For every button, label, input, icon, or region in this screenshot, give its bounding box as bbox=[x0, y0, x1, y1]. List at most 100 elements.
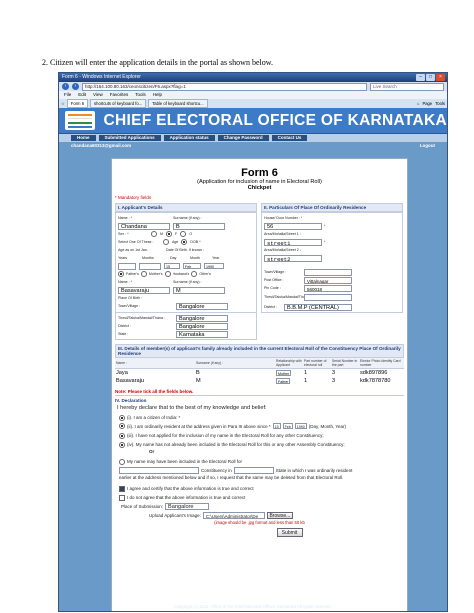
nav-contact[interactable]: Contact Us bbox=[271, 135, 308, 141]
family-relation-select[interactable]: Father bbox=[276, 377, 291, 384]
resident-year-select[interactable]: 1990 bbox=[294, 423, 307, 429]
not-applied-radio[interactable] bbox=[119, 432, 125, 439]
site-banner: CHIEF ELECTORAL OFFICE OF KARNATAKA bbox=[59, 108, 447, 134]
submit-button[interactable]: Submit bbox=[276, 528, 303, 537]
resident-radio[interactable] bbox=[119, 423, 125, 429]
place-input[interactable]: Bangalore bbox=[165, 503, 210, 510]
citizen-text: (i). I am a citizen of India: * bbox=[127, 415, 181, 420]
family-part[interactable]: 1 bbox=[303, 369, 331, 378]
tab-form6[interactable]: Form 6 bbox=[66, 99, 89, 108]
menu-file[interactable]: File bbox=[64, 91, 71, 99]
age-radio[interactable] bbox=[163, 239, 169, 245]
dob-year-select[interactable]: 1990 bbox=[204, 263, 224, 269]
tab-shortcuts[interactable]: shortcuts of keyboard fo... bbox=[90, 99, 147, 108]
may-be-included-radio[interactable] bbox=[119, 458, 125, 465]
search-input[interactable]: Live Search bbox=[370, 82, 444, 91]
menu-favorites[interactable]: Favorites bbox=[110, 91, 129, 99]
nav-submitted[interactable]: Submitted Applications bbox=[98, 135, 161, 141]
citizen-radio[interactable] bbox=[119, 414, 125, 421]
area2-label: Area/Mohalla/Street 2 : bbox=[264, 248, 301, 252]
family-name[interactable]: Jaya bbox=[115, 369, 195, 378]
birth-state-input[interactable]: Karnataka bbox=[176, 330, 228, 338]
birth-taluk-input[interactable]: Bangalore bbox=[176, 314, 228, 322]
pin-code-input[interactable]: 560018 bbox=[304, 284, 352, 292]
family-relation-select[interactable]: Mother bbox=[276, 369, 292, 376]
name-input[interactable]: Chandana bbox=[118, 222, 170, 230]
nav-status[interactable]: Application status bbox=[163, 135, 215, 141]
months-input[interactable] bbox=[139, 262, 161, 270]
back-icon[interactable]: ‹ bbox=[62, 83, 69, 90]
family-surname[interactable]: M bbox=[195, 377, 275, 385]
home-icon[interactable]: ⌂ bbox=[417, 101, 420, 106]
tab-table-shortcuts[interactable]: Table of keyboard shortcu... bbox=[148, 99, 208, 108]
family-part[interactable]: 1 bbox=[303, 377, 331, 385]
area1-input[interactable]: street1 bbox=[264, 238, 322, 246]
table-row: Basavaraju M Father 1 3 kdk7878780 bbox=[115, 377, 404, 385]
family-serial[interactable]: 3 bbox=[331, 377, 359, 385]
maximize-button[interactable]: □ bbox=[426, 74, 435, 81]
tick-note: Note: Please tick all the fields below. bbox=[115, 389, 404, 396]
family-name[interactable]: Basavaraju bbox=[115, 377, 195, 385]
resident-day-select[interactable]: 15 bbox=[272, 423, 281, 429]
area2-input[interactable]: street2 bbox=[264, 254, 322, 262]
relative-name-input[interactable]: Basavaraju bbox=[118, 286, 170, 294]
table-row: Jaya B Mother 1 3 sdk897896 bbox=[115, 369, 404, 378]
sex-m-radio[interactable] bbox=[151, 231, 157, 237]
not-applied-text: (iii). I have not applied for the inclus… bbox=[127, 433, 324, 438]
relative-surname-input[interactable]: M bbox=[173, 286, 225, 294]
logout-link[interactable]: Logout bbox=[420, 142, 435, 149]
family-epic[interactable]: sdk897896 bbox=[359, 369, 404, 378]
res-taluk-input[interactable] bbox=[304, 293, 352, 301]
dob-day-select[interactable]: 15 bbox=[164, 263, 180, 269]
tools-menu[interactable]: Tools bbox=[435, 101, 445, 106]
url-field[interactable]: http://164.100.80.163/ceonscitizen/F6.as… bbox=[82, 82, 367, 91]
minimize-button[interactable]: – bbox=[416, 74, 425, 81]
relation-father-radio[interactable] bbox=[118, 271, 124, 277]
menu-help[interactable]: Help bbox=[153, 91, 162, 99]
relation-mother-radio[interactable] bbox=[140, 271, 147, 277]
dob-radio[interactable] bbox=[181, 239, 188, 245]
forward-icon[interactable]: › bbox=[72, 83, 79, 90]
browse-button[interactable]: Browse... bbox=[266, 512, 293, 519]
area1-label: Area/Mohalla/Street 1 : bbox=[264, 232, 301, 236]
res-town-input[interactable] bbox=[304, 268, 352, 276]
nav-change-password[interactable]: Change Password bbox=[217, 135, 269, 141]
house-input[interactable]: 56 bbox=[264, 222, 322, 230]
sex-f-radio[interactable] bbox=[166, 231, 172, 237]
menu-view[interactable]: View bbox=[93, 91, 103, 99]
res-district-label: District : bbox=[264, 305, 277, 309]
prev-constituency-input[interactable] bbox=[119, 467, 199, 474]
nav-home[interactable]: Home bbox=[71, 135, 96, 141]
agree-checkbox[interactable] bbox=[119, 485, 125, 492]
favorites-star-icon[interactable]: ☆ bbox=[61, 101, 65, 106]
close-button[interactable]: × bbox=[436, 74, 445, 81]
dob-month-select[interactable]: Feb bbox=[183, 263, 201, 269]
prev-constituency-label: Constituency in bbox=[201, 468, 232, 473]
family-epic[interactable]: kdk7878780 bbox=[359, 377, 404, 385]
birth-town-input[interactable]: Bangalore bbox=[176, 302, 228, 310]
disagree-checkbox[interactable] bbox=[119, 494, 125, 501]
or-text: Or bbox=[149, 449, 155, 454]
menu-tools[interactable]: Tools bbox=[135, 91, 146, 99]
res-district-select[interactable]: B.B.M.P (CENTRAL) bbox=[284, 303, 352, 311]
sex-o-radio[interactable] bbox=[180, 231, 187, 237]
resident-month-select[interactable]: Feb bbox=[282, 423, 293, 429]
upload-path-input[interactable]: C:\Users\Administrator\De bbox=[202, 512, 265, 519]
relation-other-radio[interactable] bbox=[191, 271, 198, 277]
not-included-text: (iv). My name has not already been inclu… bbox=[127, 442, 345, 447]
relation-mother-label: Mother's bbox=[148, 272, 163, 276]
family-surname[interactable]: B bbox=[195, 369, 275, 378]
page-menu[interactable]: Page bbox=[422, 101, 432, 106]
family-header-relation: Relationship with Applicant bbox=[275, 358, 303, 369]
post-office-select[interactable]: Vittalnagar bbox=[304, 276, 352, 284]
prev-state-input[interactable] bbox=[233, 467, 274, 474]
relation-husband-radio[interactable] bbox=[164, 271, 171, 277]
years-input[interactable] bbox=[118, 262, 136, 270]
birth-district-input[interactable]: Bangalore bbox=[176, 322, 228, 330]
window-title: Form 6 - Windows Internet Explorer bbox=[62, 74, 141, 80]
not-included-radio[interactable] bbox=[119, 441, 125, 448]
details-columns: I. Applicant's Details Name : * Surname … bbox=[115, 203, 404, 313]
family-serial[interactable]: 3 bbox=[331, 369, 359, 378]
surname-input[interactable]: B bbox=[173, 222, 225, 230]
menu-edit[interactable]: Edit bbox=[78, 91, 86, 99]
